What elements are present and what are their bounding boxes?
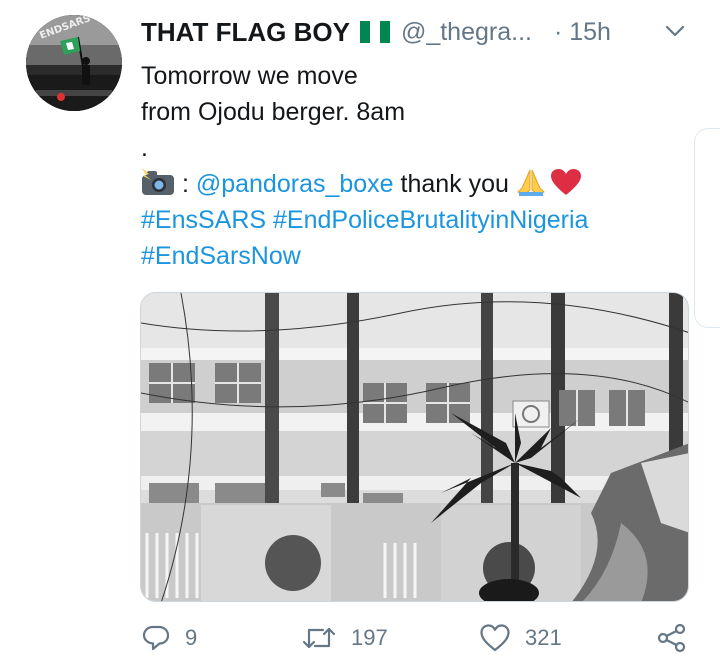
tweet-timestamp[interactable]: · 15h bbox=[554, 18, 611, 47]
tweet-photo[interactable] bbox=[140, 292, 689, 602]
tweet-line: from Ojodu berger. 8am bbox=[141, 98, 406, 126]
avatar[interactable]: ENDSARS bbox=[26, 15, 122, 111]
tweet-line: . bbox=[141, 134, 148, 162]
like-count: 321 bbox=[525, 625, 562, 650]
tweet-line: Tomorrow we move bbox=[141, 62, 358, 90]
camera-flash-emoji bbox=[141, 168, 175, 206]
share-icon bbox=[657, 623, 686, 653]
hashtag-link[interactable]: #EndPoliceBrutalityinNigeria bbox=[273, 206, 588, 234]
tweet-text: Tomorrow we move from Ojodu berger. 8am … bbox=[141, 58, 661, 274]
tweet-actions: 9 197 321 bbox=[141, 618, 691, 658]
reply-icon bbox=[142, 625, 170, 651]
hashtag-link[interactable]: #EndSarsNow bbox=[141, 242, 301, 270]
tweet-header: THAT FLAG BOY @_thegra... · 15h bbox=[141, 14, 611, 50]
tweet[interactable]: ENDSARS THAT FLAG BOY @_thegra... · 15h … bbox=[0, 0, 720, 663]
chevron-down-icon[interactable] bbox=[664, 20, 686, 42]
nigeria-flag-icon bbox=[359, 21, 390, 43]
thanks-text: thank you bbox=[393, 170, 516, 198]
camera-separator: : bbox=[175, 170, 196, 198]
author-name[interactable]: THAT FLAG BOY bbox=[141, 17, 350, 48]
retweet-count: 197 bbox=[351, 625, 388, 650]
share-button[interactable] bbox=[656, 618, 688, 658]
author-handle[interactable]: @_thegra... bbox=[401, 18, 532, 47]
mention-link[interactable]: @pandoras_boxe bbox=[196, 170, 394, 198]
retweet-button[interactable]: 197 bbox=[301, 618, 388, 658]
folded-hands-emoji bbox=[516, 168, 546, 206]
like-button[interactable]: 321 bbox=[479, 618, 562, 658]
reply-count: 9 bbox=[185, 625, 198, 650]
red-heart-emoji bbox=[550, 168, 582, 206]
heart-icon bbox=[480, 624, 510, 652]
adjacent-card bbox=[694, 128, 720, 328]
reply-button[interactable]: 9 bbox=[141, 618, 197, 658]
retweet-icon bbox=[302, 627, 336, 649]
hashtag-link[interactable]: #EnsSARS bbox=[141, 206, 266, 234]
